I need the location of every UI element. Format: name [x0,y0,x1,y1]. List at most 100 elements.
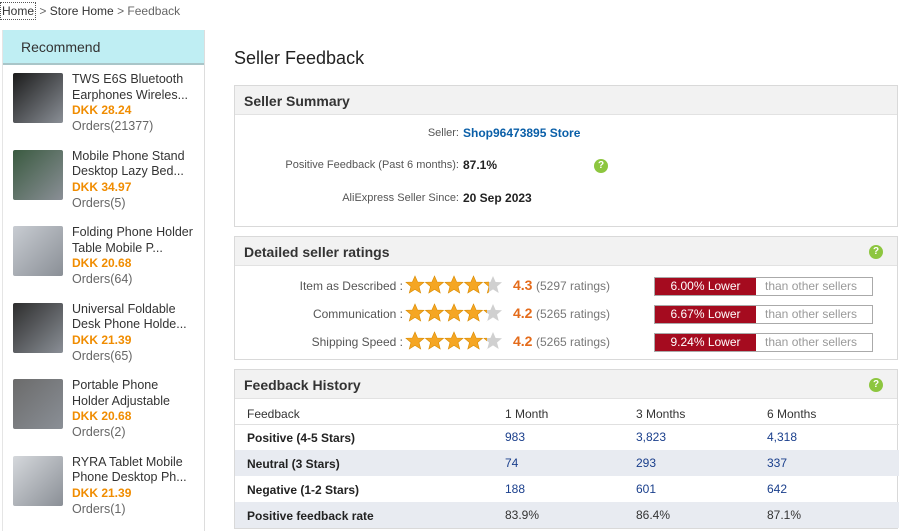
positive-feedback-label: Positive Feedback (Past 6 months): [285,159,459,171]
seller-row: Seller: Shop96473895 Store [235,126,899,142]
feedback-type-label: Negative (1-2 Stars) [247,483,360,497]
product-title[interactable]: Universal Foldable Desk Phone Holde... [72,302,197,333]
seller-since-label: AliExpress Seller Since: [342,192,459,204]
star-icon-filled [444,275,464,294]
detailed-ratings-panel: Detailed seller ratings ? Item as Descri… [234,236,898,360]
feedback-history-row: Positive (4-5 Stars) 983 3,823 4,318 [235,424,899,450]
rating-label: Communication : [312,307,403,321]
rating-lower-badge: 6.00% Lower [655,278,756,295]
feedback-3-months-value[interactable]: 3,823 [636,430,666,444]
rating-score: 4.3 [513,277,533,293]
product-title[interactable]: Portable Phone Holder Adjustable [72,378,197,409]
rating-score: 4.2 [513,333,533,349]
feedback-history-header: Feedback History ? [235,370,897,399]
seller-summary-title: Seller Summary [235,86,897,115]
feedback-1-month-value[interactable]: 983 [505,430,525,444]
feedback-1-month-value[interactable]: 188 [505,482,525,496]
help-icon[interactable]: ? [869,378,883,392]
help-icon[interactable]: ? [594,159,608,173]
breadcrumb-separator: > [36,4,50,18]
rating-row: Communication : 4.2 (5265 ratings) 6.67% Lo… [235,303,899,324]
product-orders: Orders(1) [72,501,126,516]
product-orders: Orders(64) [72,272,133,286]
feedback-6-months-value[interactable]: 337 [767,456,787,470]
feedback-6-months-value: 87.1% [767,508,802,522]
breadcrumb-separator: > [113,4,128,18]
seller-label: Seller: [427,127,459,139]
breadcrumb-store-home-link[interactable]: Store Home [50,4,114,18]
feedback-type-label: Positive (4-5 Stars) [247,431,356,445]
star-icon-filled [463,303,484,322]
positive-feedback-row: Positive Feedback (Past 6 months): 87.1%… [235,158,899,174]
product-thumbnail[interactable] [13,455,63,506]
product-thumbnail[interactable] [13,379,63,429]
rating-comparison: 6.67% Lower than other sellers [654,305,873,324]
rating-lower-badge: 6.67% Lower [655,306,756,323]
product-thumbnail[interactable] [13,149,63,200]
product-price: DKK 28.24 [72,103,132,117]
rating-score: 4.2 [513,305,533,321]
feedback-history-row: Negative (1-2 Stars) 188 601 642 [235,476,899,502]
rating-row: Shipping Speed : 4.2 (5265 ratings) 9.24% L… [235,331,899,354]
feedback-history-column-headers: Feedback 1 Month 3 Months 6 Months [235,399,899,425]
rating-label: Shipping Speed : [311,335,403,349]
product-thumbnail[interactable] [13,302,63,353]
product-price: DKK 21.39 [72,485,132,500]
rating-comparison: 6.00% Lower than other sellers [654,277,873,296]
feedback-3-months-value[interactable]: 293 [636,456,656,470]
recommended-product[interactable]: RYRA Tablet Mobile Phone Desktop Ph... DK… [3,448,204,525]
detailed-ratings-header: Detailed seller ratings ? [235,237,897,266]
product-thumbnail[interactable] [13,226,63,276]
column-header-feedback: Feedback [247,407,300,421]
feedback-1-month-value: 83.9% [505,508,540,522]
star-icon-filled [463,331,484,350]
star-icon-filled [405,303,425,322]
page-title: Seller Feedback [234,48,365,68]
rating-count: (5297 ratings) [536,279,611,293]
rating-comparison: 9.24% Lower than other sellers [654,333,873,352]
rating-comparison-text: than other sellers [765,335,858,349]
breadcrumb: Home > Store Home > Feedback [0,2,181,20]
breadcrumb-current: Feedback [127,4,181,18]
feedback-3-months-value: 86.4% [636,508,671,522]
feedback-history-title: Feedback History [244,377,361,393]
column-header-1-month: 1 Month [505,407,549,421]
star-icon-filled [424,331,445,350]
product-title[interactable]: Mobile Phone Stand Desktop Lazy Bed... [72,149,197,180]
seller-store-link[interactable]: Shop96473895 Store [463,126,580,140]
star-icon-filled [424,275,445,294]
breadcrumb-home-link[interactable]: Home [0,2,37,20]
product-thumbnail[interactable] [13,73,63,123]
product-title[interactable]: TWS E6S Bluetooth Earphones Wireles... [72,72,197,103]
recommended-product[interactable]: Universal Foldable Desk Phone Holde... DK… [3,295,204,372]
star-icon-filled [463,275,484,294]
product-orders: Orders(21377) [72,119,154,133]
help-icon[interactable]: ? [869,245,883,259]
recommended-product[interactable]: Mobile Phone Stand Desktop Lazy Bed... DK… [3,142,204,219]
product-orders: Orders(5) [72,195,126,210]
recommended-product[interactable]: TWS E6S Bluetooth Earphones Wireles... DK… [3,65,204,142]
feedback-3-months-value[interactable]: 601 [636,482,656,496]
feedback-6-months-value[interactable]: 4,318 [767,430,797,444]
product-orders: Orders(65) [72,348,133,363]
star-icon-filled [444,303,464,322]
feedback-6-months-value[interactable]: 642 [767,482,787,496]
star-icon-filled [444,331,464,350]
star-icon-filled [424,303,445,322]
recommended-product[interactable]: Folding Phone Holder Table Mobile P... DK… [3,218,204,295]
product-title[interactable]: Folding Phone Holder Table Mobile P... [72,225,197,256]
sidebar-title: Recommend [3,30,204,65]
product-price: DKK 20.68 [72,256,132,270]
product-orders: Orders(2) [72,425,126,439]
product-title[interactable]: RYRA Tablet Mobile Phone Desktop Ph... [72,455,197,486]
seller-since-value: 20 Sep 2023 [463,191,532,205]
rating-stars [405,331,505,354]
feedback-history-row: Positive feedback rate 83.9% 86.4% 87.1% [235,502,899,528]
seller-summary-panel: Seller Summary Seller: Shop96473895 Stor… [234,85,898,227]
feedback-1-month-value[interactable]: 74 [505,456,518,470]
recommended-product[interactable]: Portable Phone Holder Adjustable DKK 20.6… [3,371,204,448]
column-header-3-months: 3 Months [636,407,686,421]
feedback-history-row: Neutral (3 Stars) 74 293 337 [235,450,899,476]
product-price: DKK 21.39 [72,332,132,347]
product-price: DKK 20.68 [72,409,132,423]
